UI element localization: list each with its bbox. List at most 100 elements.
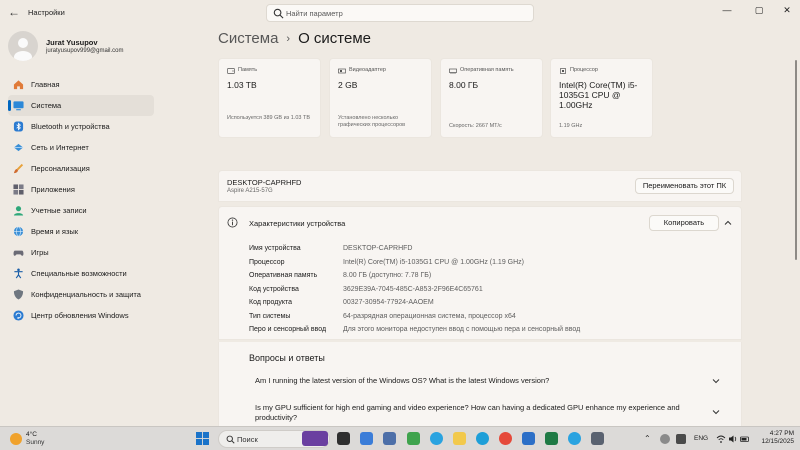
spec-key: Оперативная память — [249, 272, 318, 279]
app-icon[interactable] — [360, 432, 373, 445]
card-label: Процессор — [570, 67, 598, 73]
spec-key: Код устройства — [249, 285, 299, 293]
task-view-icon[interactable] — [337, 432, 350, 445]
chevron-up-icon[interactable]: ⌃ — [644, 434, 654, 444]
clock-time: 4:27 PM — [769, 430, 794, 437]
device-name: DESKTOP-CAPRHFD — [227, 178, 302, 187]
page-title: О системе — [298, 30, 372, 47]
maximize-button[interactable]: ▢ — [748, 3, 770, 17]
search-highlight-icon[interactable] — [302, 431, 328, 446]
spec-value: DESKTOP-CAPRHFD — [343, 245, 413, 252]
language-indicator[interactable]: ENG — [694, 435, 708, 442]
volume-icon[interactable] — [728, 434, 738, 444]
sidebar-item-accessibility[interactable]: Специальные возможности — [8, 263, 154, 284]
settings-gear-icon[interactable] — [591, 432, 604, 445]
card-value: 1.03 TB — [227, 80, 257, 90]
sidebar-item-privacy[interactable]: Конфиденциальность и защита — [8, 284, 154, 305]
taskbar: 4°C Sunny Поиск ⌃ ENG 4:27 PM 12/15/2025 — [0, 426, 800, 450]
scrollbar[interactable] — [795, 60, 797, 260]
spec-key: Код продукта — [249, 299, 293, 306]
app-icon[interactable] — [407, 432, 420, 445]
gamepad-icon — [13, 250, 24, 256]
weather-condition[interactable]: Sunny — [26, 439, 44, 446]
sidebar-item-personalization[interactable]: Персонализация — [8, 158, 154, 179]
ram-icon — [449, 68, 457, 74]
chrome-icon[interactable] — [499, 432, 512, 445]
sidebar-item-accounts[interactable]: Учетные записи — [8, 200, 154, 221]
cpu-card[interactable]: Процессор Intel(R) Core(TM) i5-1035G1 CP… — [550, 58, 653, 138]
spec-value: Intel(R) Core(TM) i5-1035G1 CPU @ 1.00GH… — [343, 258, 524, 266]
app-icon[interactable] — [383, 432, 396, 445]
card-sub: Скорость: 2667 МТ/с — [449, 123, 502, 129]
card-sub: Установлено несколько графических процес… — [338, 115, 406, 128]
update-icon — [13, 310, 24, 321]
sidebar-item-network[interactable]: Сеть и Интернет — [8, 137, 154, 158]
telegram-icon[interactable] — [430, 432, 443, 445]
brush-icon — [13, 163, 24, 174]
sidebar-item-system[interactable]: Система — [8, 95, 154, 116]
back-arrow-icon[interactable]: ← — [6, 4, 22, 20]
settings-search[interactable] — [266, 4, 534, 22]
sidebar-item-time-language[interactable]: Время и язык — [8, 221, 154, 242]
sun-icon[interactable] — [10, 433, 22, 445]
sidebar-item-gaming[interactable]: Игры — [8, 242, 154, 263]
sidebar-item-windows-update[interactable]: Центр обновления Windows — [8, 305, 154, 326]
breadcrumb-parent[interactable]: Система — [218, 30, 278, 47]
sidebar-item-label: Центр обновления Windows — [31, 311, 129, 320]
avatar — [8, 31, 38, 61]
chevron-up-icon[interactable] — [723, 218, 733, 228]
sidebar-item-label: Специальные возможности — [31, 269, 127, 278]
spec-value: 3629E39A-7045-485C-A853-2F96E4C65761 — [343, 285, 483, 293]
faq-question[interactable]: Is my GPU sufficient for high end gaming… — [255, 403, 705, 423]
tray-app-icon[interactable] — [676, 434, 686, 444]
user-profile[interactable]: Jurat Yusupov juratyusupov999@gmail.com — [8, 31, 208, 61]
copy-button[interactable]: Копировать — [649, 215, 719, 231]
card-value: 2 GB — [338, 80, 358, 90]
device-specs-section: Характеристики устройства Копировать Имя… — [218, 206, 742, 340]
battery-icon[interactable] — [740, 434, 750, 444]
card-sub: Используется 389 GB из 1.03 TB — [227, 115, 310, 121]
file-explorer-icon[interactable] — [453, 432, 466, 445]
search-input[interactable] — [286, 7, 526, 20]
sidebar-item-label: Персонализация — [31, 164, 90, 173]
gpu-card[interactable]: Видеоадаптер 2 GB Установлено несколько … — [329, 58, 432, 138]
spec-value: 64-разрядная операционная система, проце… — [343, 312, 516, 320]
storage-card[interactable]: Память 1.03 TB Используется 389 GB из 1.… — [218, 58, 321, 138]
spec-row: Перо и сенсорный ввод Для этого монитора… — [249, 326, 729, 339]
weather-temp[interactable]: 4°C — [26, 431, 37, 438]
app-icon[interactable] — [568, 432, 581, 445]
bluetooth-icon — [13, 121, 24, 132]
ram-card[interactable]: Оперативная память 8.00 ГБ Скорость: 266… — [440, 58, 543, 138]
excel-icon[interactable] — [545, 432, 558, 445]
minimize-button[interactable]: — — [716, 3, 738, 17]
breadcrumb: Система › О системе — [218, 30, 371, 50]
sidebar-item-apps[interactable]: Приложения — [8, 179, 154, 200]
device-specs-header[interactable]: Характеристики устройства Копировать — [219, 207, 741, 239]
sidebar-item-label: Время и язык — [31, 227, 79, 236]
accessibility-icon — [14, 268, 23, 279]
chevron-down-icon[interactable] — [711, 407, 721, 417]
wifi-icon[interactable] — [716, 434, 726, 444]
clock[interactable]: 4:27 PM 12/15/2025 — [754, 430, 794, 446]
spec-key: Тип системы — [249, 312, 291, 320]
spec-row: Имя устройства DESKTOP-CAPRHFD — [249, 245, 729, 258]
chevron-down-icon[interactable] — [711, 376, 721, 386]
clock-date: 12/15/2025 — [761, 438, 794, 445]
tray-app-icon[interactable] — [660, 434, 670, 444]
close-button[interactable]: ✕ — [776, 3, 798, 17]
device-specs-title: Характеристики устройства — [249, 219, 346, 228]
card-label: Память — [238, 67, 258, 73]
sidebar-item-label: Учетные записи — [31, 206, 87, 215]
card-value: Intel(R) Core(TM) i5-1035G1 CPU @ 1.00GH… — [559, 80, 638, 110]
windows-start-icon[interactable] — [196, 432, 209, 445]
edge-icon[interactable] — [476, 432, 489, 445]
card-sub: 1.19 GHz — [559, 123, 583, 129]
rename-pc-button[interactable]: Переименовать этот ПК — [635, 178, 734, 194]
sidebar-item-label: Bluetooth и устройства — [31, 122, 110, 131]
faq-question[interactable]: Am I running the latest version of the W… — [255, 376, 705, 386]
sidebar-item-bluetooth[interactable]: Bluetooth и устройства — [8, 116, 154, 137]
gpu-icon — [338, 68, 346, 74]
app-icon[interactable] — [522, 432, 535, 445]
spec-row: Оперативная память 8.00 ГБ (доступно: 7.… — [249, 272, 729, 285]
sidebar-item-home[interactable]: Главная — [8, 74, 154, 95]
